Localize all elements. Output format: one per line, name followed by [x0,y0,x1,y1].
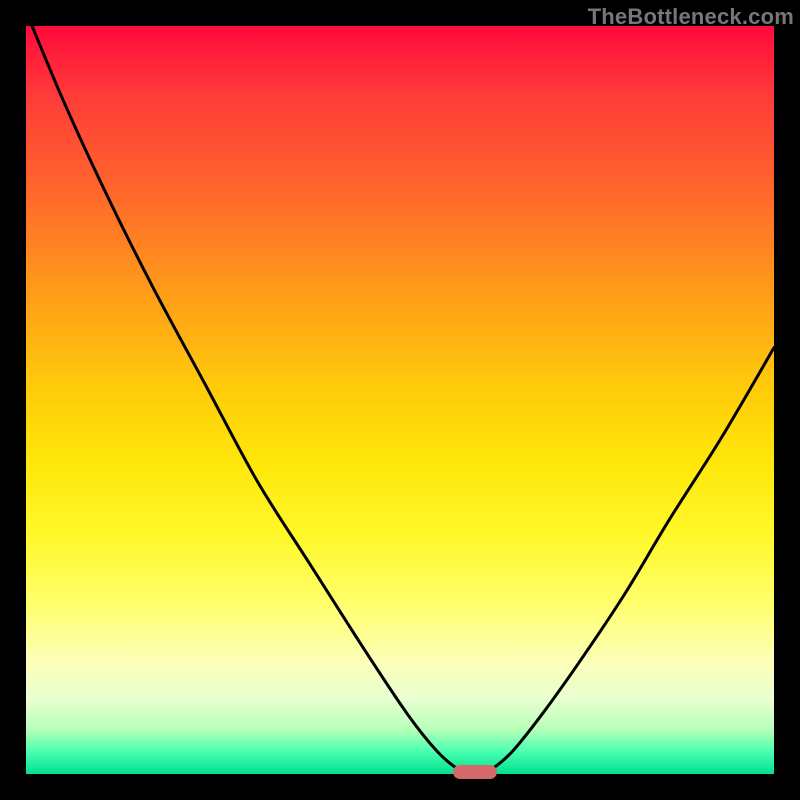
chart-plot-area [26,26,774,774]
watermark-text: TheBottleneck.com [588,4,794,30]
bottleneck-curve [26,26,774,774]
optimal-point-marker [453,765,497,779]
chart-frame: TheBottleneck.com [0,0,800,800]
